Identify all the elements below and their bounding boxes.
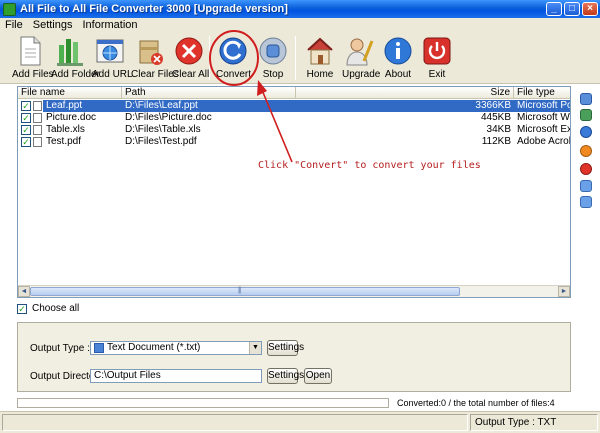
menu-file[interactable]: File xyxy=(0,19,28,31)
output-type-select[interactable]: Text Document (*.txt) ▼ xyxy=(90,341,262,355)
table-row[interactable]: ✓ Test.pdf D:\Files\Test.pdf 112KB Adobe… xyxy=(18,136,570,148)
status-bar: Output Type : TXT xyxy=(0,411,600,433)
menu-information[interactable]: Information xyxy=(77,19,142,31)
output-settings-panel: Output Type : Text Document (*.txt) ▼ Se… xyxy=(17,322,571,392)
output-type-settings-button[interactable]: Settings xyxy=(267,340,304,356)
power-icon xyxy=(422,35,452,67)
add-url-icon xyxy=(95,35,125,67)
convert-icon xyxy=(218,35,248,67)
title-bar: All File to All File Converter 3000 [Upg… xyxy=(0,0,600,18)
status-cell-main xyxy=(2,414,468,431)
table-row[interactable]: ✓ Picture.doc D:\Files\Picture.doc 445KB… xyxy=(18,112,570,124)
add-url-button[interactable]: Add URL xyxy=(92,35,133,83)
home-button[interactable]: Home xyxy=(303,35,337,83)
file-icon xyxy=(33,101,42,111)
minimize-button[interactable]: _ xyxy=(546,2,562,16)
upgrade-icon xyxy=(344,35,374,67)
column-header-name[interactable]: File name xyxy=(18,87,122,99)
file-icon xyxy=(33,137,42,147)
scroll-grip-icon: ||| xyxy=(238,287,242,294)
table-row[interactable]: ✓ Table.xls D:\Files\Table.xls 34KB Micr… xyxy=(18,124,570,136)
home-icon xyxy=(305,35,335,67)
chevron-down-icon[interactable]: ▼ xyxy=(249,342,261,354)
about-button[interactable]: About xyxy=(381,35,415,83)
clear-files-icon xyxy=(135,35,165,67)
status-output-type: Output Type : TXT xyxy=(470,414,598,431)
delete-icon[interactable] xyxy=(580,163,592,175)
stop-button[interactable]: Stop xyxy=(256,35,290,83)
row-checkbox[interactable]: ✓ xyxy=(21,125,31,135)
refresh-icon[interactable] xyxy=(580,126,592,138)
app-icon xyxy=(3,2,16,16)
scroll-thumb[interactable] xyxy=(30,287,460,296)
menu-settings[interactable]: Settings xyxy=(28,19,78,31)
choose-all-checkbox[interactable]: ✓ Choose all xyxy=(17,303,79,314)
row-checkbox[interactable]: ✓ xyxy=(21,101,31,111)
table-row[interactable]: ✓ Leaf.ppt D:\Files\Leaf.ppt 3366KB Micr… xyxy=(18,100,570,112)
add-files-icon xyxy=(15,35,45,67)
upgrade-button[interactable]: Upgrade xyxy=(342,35,380,83)
clear-files-button[interactable]: Clear Files xyxy=(131,35,179,83)
maximize-button[interactable]: □ xyxy=(564,2,580,16)
progress-bar xyxy=(17,398,389,408)
add-folder-button[interactable]: Add Folder xyxy=(51,35,100,83)
convert-button[interactable]: Convert xyxy=(216,35,251,83)
document-icon xyxy=(94,343,104,353)
clear-all-button[interactable]: Clear All xyxy=(172,35,209,83)
move-down-icon[interactable] xyxy=(580,196,592,208)
converted-count: Converted:0 / the total number of files:… xyxy=(397,398,555,408)
choose-all-label: Choose all xyxy=(32,303,80,314)
stop-icon xyxy=(258,35,288,67)
scroll-left-button[interactable]: ◄ xyxy=(18,286,30,297)
scroll-right-button[interactable]: ► xyxy=(558,286,570,297)
menu-bar: File Settings Information xyxy=(0,18,600,32)
exit-button[interactable]: Exit xyxy=(420,35,454,83)
horizontal-scrollbar[interactable]: ◄ ||| ► xyxy=(18,285,570,297)
column-header-size[interactable]: Size xyxy=(296,87,514,99)
toolbar: Add Files Add Folder Add URL Clear Files… xyxy=(0,32,600,84)
choose-all-check[interactable]: ✓ xyxy=(17,303,27,314)
row-checkbox[interactable]: ✓ xyxy=(21,113,31,123)
window-title: All File to All File Converter 3000 [Upg… xyxy=(20,3,288,15)
info-icon xyxy=(383,35,413,67)
close-button[interactable]: × xyxy=(582,2,598,16)
clear-all-icon xyxy=(174,35,204,67)
column-header-path[interactable]: Path xyxy=(122,87,296,99)
import-icon[interactable] xyxy=(580,109,592,121)
move-up-icon[interactable] xyxy=(580,180,592,192)
toolbar-separator xyxy=(295,36,296,80)
add-files-button[interactable]: Add Files xyxy=(12,35,54,83)
output-directory-input[interactable]: C:\Output Files xyxy=(90,369,262,383)
file-list[interactable]: File name Path Size File type ✓ Leaf.ppt… xyxy=(17,86,571,298)
output-type-label: Output Type : xyxy=(30,343,90,354)
add-folder-icon xyxy=(55,35,85,67)
file-icon xyxy=(33,113,42,123)
file-icon xyxy=(33,125,42,135)
output-directory-settings-button[interactable]: Settings xyxy=(267,368,304,384)
column-header-type[interactable]: File type xyxy=(514,87,570,99)
open-button[interactable]: Open xyxy=(304,368,332,384)
list-header: File name Path Size File type xyxy=(18,87,570,99)
row-checkbox[interactable]: ✓ xyxy=(21,137,31,147)
annotation-text: Click "Convert" to convert your files xyxy=(258,160,481,171)
toolbar-separator xyxy=(209,36,210,80)
remove-icon[interactable] xyxy=(580,145,592,157)
add-row-icon[interactable] xyxy=(580,93,592,105)
